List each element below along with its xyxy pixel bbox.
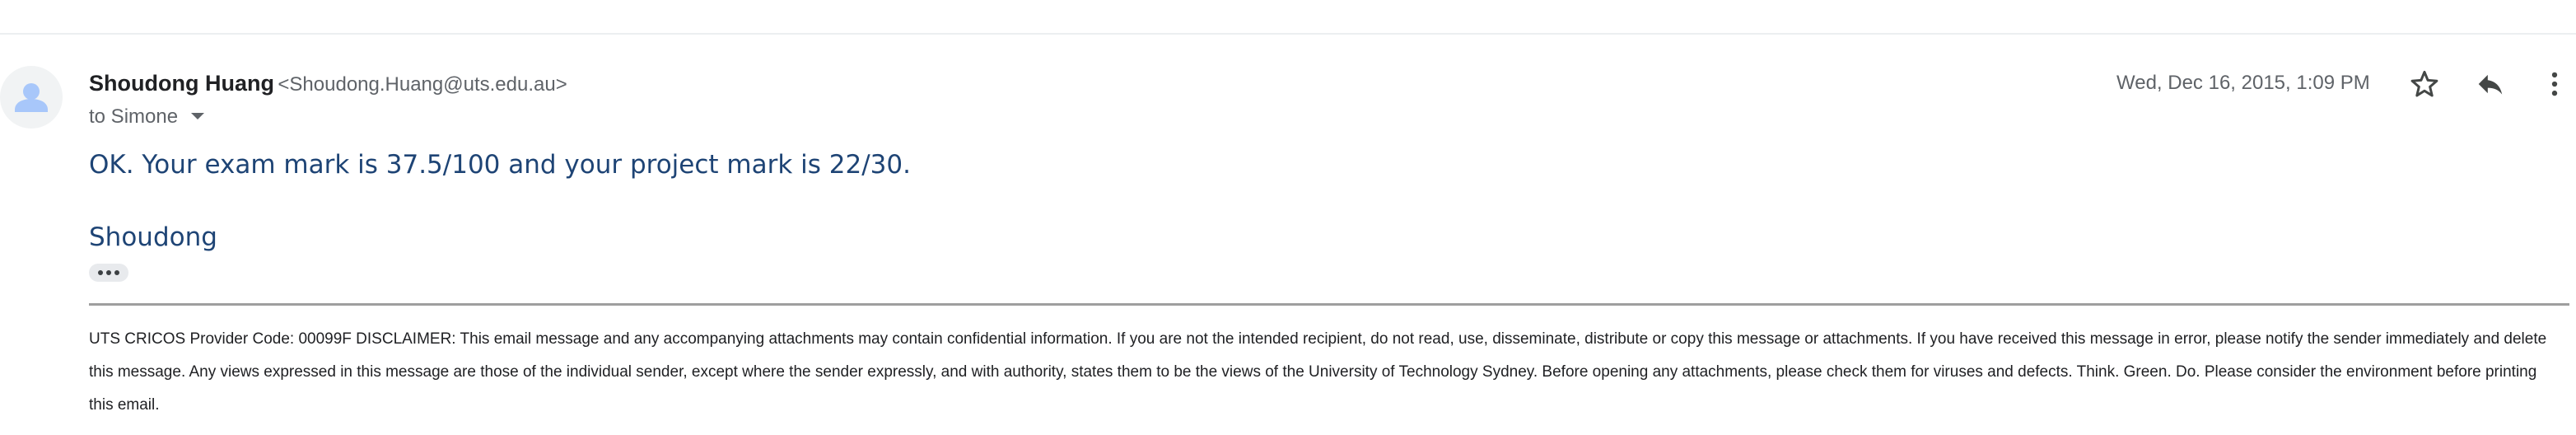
sender-email: <Shoudong.Huang@uts.edu.au> <box>278 73 567 96</box>
star-button[interactable] <box>2405 64 2444 104</box>
message-timestamp: Wed, Dec 16, 2015, 1:09 PM <box>2116 72 2370 94</box>
more-vert-icon <box>2551 72 2558 96</box>
disclaimer-divider <box>89 303 2569 306</box>
disclaimer-text: UTS CRICOS Provider Code: 00099F DISCLAI… <box>89 330 2547 414</box>
sender-avatar[interactable] <box>0 66 63 129</box>
star-icon <box>2410 70 2438 97</box>
reply-icon <box>2478 74 2503 95</box>
header-divider <box>0 33 2576 35</box>
reply-button[interactable] <box>2471 64 2510 104</box>
message-signature: Shoudong <box>89 222 217 252</box>
ellipsis-icon <box>98 270 119 275</box>
sender-line: Shoudong Huang <Shoudong.Huang@uts.edu.a… <box>89 69 567 101</box>
person-icon <box>15 83 48 112</box>
more-options-button[interactable] <box>2535 64 2574 104</box>
show-trimmed-content-button[interactable] <box>89 264 128 282</box>
recipient-label: to Simone <box>89 105 179 128</box>
sender-name[interactable]: Shoudong Huang <box>89 71 274 96</box>
caret-down-icon[interactable] <box>190 112 205 120</box>
message-body-line: OK. Your exam mark is 37.5/100 and your … <box>89 150 911 180</box>
recipient-details-toggle[interactable]: to Simone <box>89 104 205 130</box>
